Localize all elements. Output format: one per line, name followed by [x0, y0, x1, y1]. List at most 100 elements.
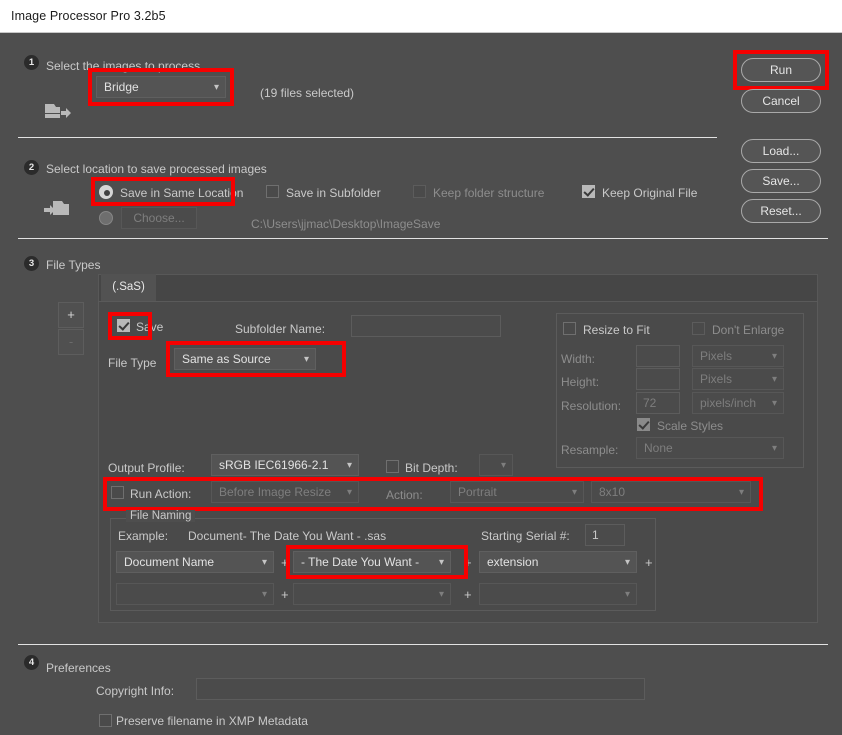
- cancel-button[interactable]: Cancel: [741, 89, 821, 113]
- label-action: Action:: [386, 488, 423, 502]
- label-save-filetype: Save: [136, 320, 164, 334]
- checkbox-save-in-subfolder[interactable]: [266, 185, 279, 198]
- copyright-info-input[interactable]: [196, 678, 645, 700]
- height-unit-value: Pixels: [700, 372, 733, 386]
- source-select[interactable]: Bridge ▾: [96, 76, 226, 98]
- label-resample: Resample:: [561, 443, 619, 457]
- run-button-label: Run: [769, 63, 792, 77]
- reset-button-label: Reset...: [760, 204, 802, 218]
- checkbox-preserve-filename[interactable]: [99, 714, 112, 727]
- checkbox-save-filetype[interactable]: [117, 319, 130, 332]
- naming-token-3-select[interactable]: extension ▾: [479, 551, 637, 573]
- file-type-tabstrip: [98, 274, 818, 301]
- width-input[interactable]: [636, 345, 680, 367]
- source-select-value: Bridge: [104, 80, 139, 94]
- checkbox-keep-folder-structure[interactable]: [413, 185, 426, 198]
- naming-plus-4: +: [281, 587, 289, 602]
- step-3-heading: File Types: [46, 258, 101, 272]
- files-selected-count: (19 files selected): [260, 86, 355, 100]
- height-unit-select[interactable]: Pixels ▾: [692, 368, 784, 390]
- chevron-down-icon: ▾: [771, 351, 777, 362]
- add-file-type-label: +: [67, 307, 75, 322]
- naming-token-2-value: - The Date You Want -: [301, 555, 420, 569]
- naming-token-3-value: extension: [487, 555, 539, 569]
- naming-plus-5: +: [464, 587, 472, 602]
- width-unit-select[interactable]: Pixels ▾: [692, 345, 784, 367]
- label-save-same-location: Save in Same Location: [120, 186, 244, 200]
- radio-save-same-location[interactable]: [99, 185, 113, 199]
- resolution-input[interactable]: 72: [636, 392, 680, 414]
- naming-token-4-select[interactable]: ▾: [116, 583, 274, 605]
- subfolder-name-input[interactable]: [351, 315, 501, 337]
- checkbox-run-action[interactable]: [111, 486, 124, 499]
- resolution-unit-value: pixels/inch: [700, 396, 757, 410]
- step-1-number: 1: [24, 55, 39, 70]
- label-width: Width:: [561, 352, 596, 366]
- label-keep-folder-structure: Keep folder structure: [433, 186, 545, 200]
- radio-choose-location[interactable]: [99, 211, 113, 225]
- choose-button-label: Choose...: [133, 211, 185, 225]
- divider-1: [18, 137, 717, 138]
- checkbox-bit-depth[interactable]: [386, 460, 399, 473]
- label-file-type: File Type: [108, 356, 157, 370]
- checkbox-scale-styles[interactable]: [637, 418, 650, 431]
- starting-serial-input[interactable]: 1: [585, 524, 625, 546]
- resample-value: None: [644, 441, 673, 455]
- checkbox-keep-original-file[interactable]: [582, 185, 595, 198]
- title-bar: Image Processor Pro 3.2b5: [0, 0, 842, 33]
- tab-sas[interactable]: (.SaS): [101, 274, 156, 301]
- bit-depth-select[interactable]: ▾: [479, 454, 513, 476]
- label-height: Height:: [561, 375, 600, 389]
- divider-2: [18, 238, 828, 239]
- save-settings-button-label: Save...: [762, 174, 800, 188]
- chevron-down-icon: ▾: [213, 82, 219, 93]
- chevron-down-icon: ▾: [771, 374, 777, 385]
- reset-button[interactable]: Reset...: [741, 199, 821, 223]
- chevron-down-icon: ▾: [771, 398, 777, 409]
- action-select[interactable]: 8x10 ▾: [591, 481, 751, 503]
- label-example: Example:: [118, 529, 169, 543]
- height-input[interactable]: [636, 368, 680, 390]
- run-button[interactable]: Run: [741, 58, 821, 82]
- tab-sas-label: (.SaS): [112, 281, 145, 293]
- file-type-select[interactable]: Same as Source ▾: [174, 348, 316, 370]
- folder-save-arrow-icon: [44, 201, 69, 215]
- resolution-unit-select[interactable]: pixels/inch ▾: [692, 392, 784, 414]
- window-title: Image Processor Pro 3.2b5: [11, 9, 166, 23]
- cancel-button-label: Cancel: [762, 94, 800, 108]
- label-preserve-filename: Preserve filename in XMP Metadata: [116, 714, 308, 728]
- divider-3: [18, 644, 828, 645]
- naming-token-1-select[interactable]: Document Name ▾: [116, 551, 274, 573]
- label-resolution: Resolution:: [561, 399, 622, 413]
- naming-token-5-select[interactable]: ▾: [293, 583, 451, 605]
- naming-token-2-select[interactable]: - The Date You Want - ▾: [293, 551, 451, 573]
- load-button[interactable]: Load...: [741, 139, 821, 163]
- label-bit-depth: Bit Depth:: [405, 461, 458, 475]
- resample-select[interactable]: None ▾: [636, 437, 784, 459]
- action-value: 8x10: [599, 485, 626, 499]
- remove-file-type-button[interactable]: -: [58, 329, 84, 355]
- run-action-timing-select[interactable]: Before Image Resize ▾: [211, 481, 359, 503]
- label-copyright-info: Copyright Info:: [96, 684, 175, 698]
- chevron-down-icon: ▾: [346, 460, 352, 471]
- checkbox-resize-to-fit[interactable]: [563, 322, 576, 335]
- example-value: Document- The Date You Want - .sas: [188, 529, 387, 543]
- label-dont-enlarge: Don't Enlarge: [712, 323, 785, 337]
- checkbox-dont-enlarge[interactable]: [692, 322, 705, 335]
- chevron-down-icon: ▾: [438, 557, 444, 568]
- choose-button[interactable]: Choose...: [121, 207, 197, 229]
- chevron-down-icon: ▾: [624, 589, 630, 600]
- chevron-down-icon: ▾: [261, 589, 267, 600]
- naming-plus-1: +: [281, 555, 289, 570]
- naming-plus-2: +: [464, 555, 472, 570]
- label-run-action: Run Action:: [130, 487, 192, 501]
- label-resize-to-fit: Resize to Fit: [583, 323, 650, 337]
- chevron-down-icon: ▾: [771, 443, 777, 454]
- output-profile-select[interactable]: sRGB IEC61966-2.1 ▾: [211, 454, 359, 476]
- save-settings-button[interactable]: Save...: [741, 169, 821, 193]
- action-set-select[interactable]: Portrait ▾: [450, 481, 584, 503]
- add-file-type-button[interactable]: +: [58, 302, 84, 328]
- file-naming-title: File Naming: [126, 510, 196, 522]
- step-1-heading: Select the images to process: [46, 59, 201, 73]
- naming-token-6-select[interactable]: ▾: [479, 583, 637, 605]
